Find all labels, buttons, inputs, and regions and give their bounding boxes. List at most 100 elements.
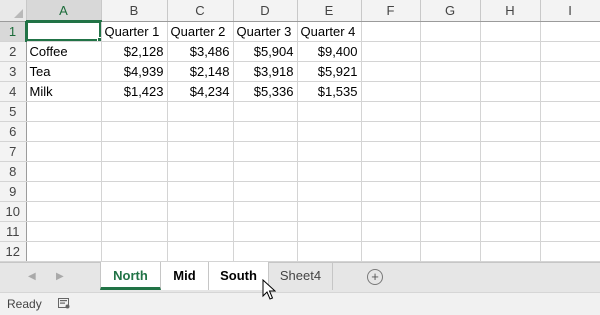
select-all-button[interactable] bbox=[0, 0, 27, 22]
cell-h7[interactable] bbox=[480, 141, 541, 162]
cell-g2[interactable] bbox=[420, 41, 481, 62]
column-header-e[interactable]: E bbox=[297, 0, 362, 22]
cell-i2[interactable] bbox=[540, 41, 600, 62]
cell-i8[interactable] bbox=[540, 161, 600, 182]
cell-a10[interactable] bbox=[26, 201, 102, 222]
cell-c11[interactable] bbox=[167, 221, 234, 242]
cell-a2[interactable]: Coffee bbox=[26, 41, 102, 62]
row-header-8[interactable]: 8 bbox=[0, 161, 27, 182]
row-header-7[interactable]: 7 bbox=[0, 141, 27, 162]
cell-i1[interactable] bbox=[540, 21, 600, 42]
cell-e5[interactable] bbox=[297, 101, 362, 122]
cell-i3[interactable] bbox=[540, 61, 600, 82]
tab-south[interactable]: South bbox=[209, 262, 269, 290]
cell-g3[interactable] bbox=[420, 61, 481, 82]
cell-h5[interactable] bbox=[480, 101, 541, 122]
cell-e9[interactable] bbox=[297, 181, 362, 202]
cell-h1[interactable] bbox=[480, 21, 541, 42]
cell-a5[interactable] bbox=[26, 101, 102, 122]
scroll-tabs-right-icon[interactable]: ▶ bbox=[56, 271, 64, 282]
cell-b12[interactable] bbox=[101, 241, 168, 262]
cell-f2[interactable] bbox=[361, 41, 421, 62]
cell-g8[interactable] bbox=[420, 161, 481, 182]
column-header-h[interactable]: H bbox=[480, 0, 541, 22]
row-header-4[interactable]: 4 bbox=[0, 81, 27, 102]
cell-d3[interactable]: $3,918 bbox=[233, 61, 298, 82]
cell-h9[interactable] bbox=[480, 181, 541, 202]
cell-g10[interactable] bbox=[420, 201, 481, 222]
column-header-f[interactable]: F bbox=[361, 0, 421, 22]
cell-b3[interactable]: $4,939 bbox=[101, 61, 168, 82]
cell-f12[interactable] bbox=[361, 241, 421, 262]
cell-b6[interactable] bbox=[101, 121, 168, 142]
cell-e7[interactable] bbox=[297, 141, 362, 162]
cell-c8[interactable] bbox=[167, 161, 234, 182]
cell-d6[interactable] bbox=[233, 121, 298, 142]
cell-i5[interactable] bbox=[540, 101, 600, 122]
row-header-11[interactable]: 11 bbox=[0, 221, 27, 242]
column-header-c[interactable]: C bbox=[167, 0, 234, 22]
cell-c2[interactable]: $3,486 bbox=[167, 41, 234, 62]
cell-f10[interactable] bbox=[361, 201, 421, 222]
cell-b4[interactable]: $1,423 bbox=[101, 81, 168, 102]
cell-e1[interactable]: Quarter 4 bbox=[297, 21, 362, 42]
cell-b7[interactable] bbox=[101, 141, 168, 162]
cell-h2[interactable] bbox=[480, 41, 541, 62]
row-header-10[interactable]: 10 bbox=[0, 201, 27, 222]
cell-e4[interactable]: $1,535 bbox=[297, 81, 362, 102]
cell-e11[interactable] bbox=[297, 221, 362, 242]
cell-e6[interactable] bbox=[297, 121, 362, 142]
tab-north[interactable]: North bbox=[100, 262, 161, 290]
cell-c7[interactable] bbox=[167, 141, 234, 162]
cell-i7[interactable] bbox=[540, 141, 600, 162]
row-header-9[interactable]: 9 bbox=[0, 181, 27, 202]
cell-c3[interactable]: $2,148 bbox=[167, 61, 234, 82]
column-header-b[interactable]: B bbox=[101, 0, 168, 22]
scroll-tabs-left-icon[interactable]: ◀ bbox=[28, 271, 36, 282]
row-header-12[interactable]: 12 bbox=[0, 241, 27, 262]
cell-f1[interactable] bbox=[361, 21, 421, 42]
cell-a12[interactable] bbox=[26, 241, 102, 262]
row-header-2[interactable]: 2 bbox=[0, 41, 27, 62]
cell-c10[interactable] bbox=[167, 201, 234, 222]
cell-g11[interactable] bbox=[420, 221, 481, 242]
cell-b5[interactable] bbox=[101, 101, 168, 122]
cell-d11[interactable] bbox=[233, 221, 298, 242]
cell-i10[interactable] bbox=[540, 201, 600, 222]
tab-mid[interactable]: Mid bbox=[161, 262, 209, 290]
cell-a11[interactable] bbox=[26, 221, 102, 242]
cell-h10[interactable] bbox=[480, 201, 541, 222]
cell-f11[interactable] bbox=[361, 221, 421, 242]
macro-recording-icon[interactable] bbox=[58, 297, 70, 312]
cell-a1[interactable] bbox=[26, 21, 102, 42]
cell-g4[interactable] bbox=[420, 81, 481, 102]
cell-e3[interactable]: $5,921 bbox=[297, 61, 362, 82]
column-header-g[interactable]: G bbox=[420, 0, 481, 22]
column-header-i[interactable]: I bbox=[540, 0, 600, 22]
row-header-5[interactable]: 5 bbox=[0, 101, 27, 122]
cell-h4[interactable] bbox=[480, 81, 541, 102]
new-sheet-plus-icon[interactable]: + bbox=[367, 269, 383, 285]
tab-sheet4[interactable]: Sheet4 bbox=[269, 262, 333, 290]
cell-d10[interactable] bbox=[233, 201, 298, 222]
cell-d9[interactable] bbox=[233, 181, 298, 202]
row-header-1[interactable]: 1 bbox=[0, 21, 27, 42]
cell-g1[interactable] bbox=[420, 21, 481, 42]
cell-f4[interactable] bbox=[361, 81, 421, 102]
cell-d8[interactable] bbox=[233, 161, 298, 182]
cell-b10[interactable] bbox=[101, 201, 168, 222]
cell-c9[interactable] bbox=[167, 181, 234, 202]
cell-a9[interactable] bbox=[26, 181, 102, 202]
cell-a7[interactable] bbox=[26, 141, 102, 162]
cell-g12[interactable] bbox=[420, 241, 481, 262]
cell-c5[interactable] bbox=[167, 101, 234, 122]
worksheet-grid[interactable]: ABCDEFGHI 1 Quarter 1 Quarter 2 Quarter 3 Qu… bbox=[0, 0, 600, 262]
cell-g6[interactable] bbox=[420, 121, 481, 142]
cell-f7[interactable] bbox=[361, 141, 421, 162]
cell-d7[interactable] bbox=[233, 141, 298, 162]
cell-h6[interactable] bbox=[480, 121, 541, 142]
cell-f9[interactable] bbox=[361, 181, 421, 202]
cell-g5[interactable] bbox=[420, 101, 481, 122]
cell-d1[interactable]: Quarter 3 bbox=[233, 21, 298, 42]
cell-i4[interactable] bbox=[540, 81, 600, 102]
